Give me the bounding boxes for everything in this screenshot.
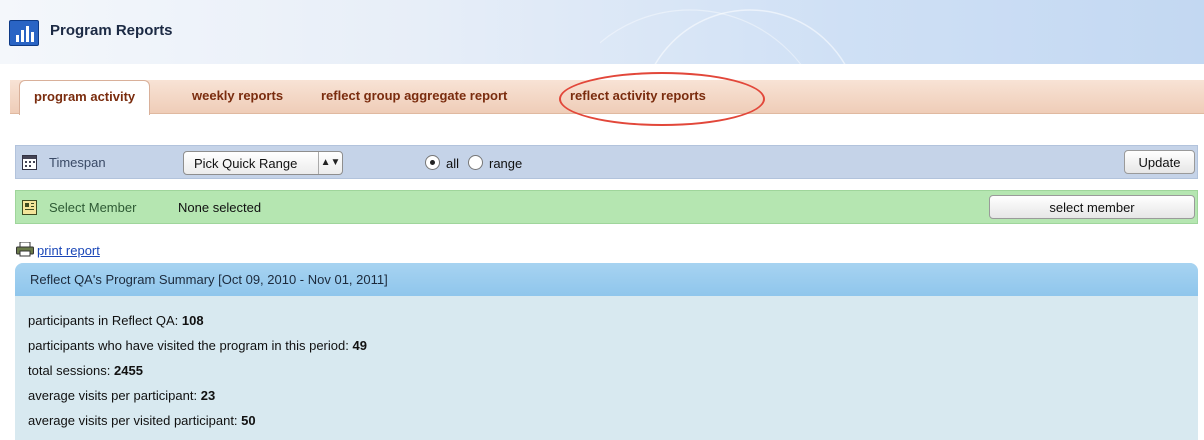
report-tabs: program activity weekly reports reflect …	[10, 80, 1204, 115]
tab-reflect-group-aggregate-report[interactable]: reflect group aggregate report	[321, 88, 507, 103]
select-member-label: Select Member	[49, 200, 137, 215]
page-header: Program Reports	[0, 0, 1204, 64]
page-title: Program Reports	[50, 22, 173, 39]
header-decoration	[600, 9, 846, 64]
tab-program-activity[interactable]: program activity	[19, 80, 151, 115]
stat-value: 2455	[114, 363, 143, 378]
quick-range-value: Pick Quick Range	[194, 156, 298, 171]
member-card-icon	[22, 200, 37, 215]
stat-label: average visits per visited participant:	[28, 413, 238, 428]
selected-member-value: None selected	[178, 200, 262, 215]
timespan-row: Timespan Pick Quick Range ▲▼ all range U…	[15, 145, 1198, 179]
quick-range-select[interactable]: Pick Quick Range ▲▼	[183, 151, 343, 175]
timespan-label: Timespan	[49, 155, 106, 170]
stat-value: 49	[352, 338, 367, 353]
radio-all-label: all	[446, 156, 460, 171]
stat-label: participants in Reflect QA:	[28, 313, 179, 328]
select-member-row: Select Member None selected select membe…	[15, 190, 1198, 224]
stat-label: total sessions:	[28, 363, 111, 378]
calendar-icon	[22, 155, 37, 170]
bar-chart-icon	[9, 20, 39, 46]
stat-label: average visits per participant:	[28, 388, 198, 403]
stat-value: 50	[241, 413, 256, 428]
print-report-link[interactable]: print report	[37, 243, 100, 258]
program-summary-panel: Reflect QA's Program Summary [Oct 09, 20…	[15, 263, 1198, 440]
radio-all[interactable]	[425, 155, 440, 170]
select-member-button[interactable]: select member	[989, 195, 1195, 219]
stat-participants: participants in Reflect QA: 108	[28, 313, 204, 328]
stat-avg-visits-visited: average visits per visited participant: …	[28, 413, 256, 428]
tab-reflect-activity-reports[interactable]: reflect activity reports	[570, 88, 706, 103]
radio-range[interactable]	[468, 155, 483, 170]
stat-total-sessions: total sessions: 2455	[28, 363, 143, 378]
stat-avg-visits: average visits per participant: 23	[28, 388, 215, 403]
radio-range-label: range	[489, 156, 523, 171]
stat-label: participants who have visited the progra…	[28, 338, 349, 353]
summary-title: Reflect QA's Program Summary [Oct 09, 20…	[15, 263, 1198, 296]
stat-value: 23	[200, 388, 216, 403]
printer-icon[interactable]	[16, 241, 34, 260]
stat-visited-participants: participants who have visited the progra…	[28, 338, 367, 353]
updown-arrow-icon: ▲▼	[318, 152, 342, 174]
tab-weekly-reports[interactable]: weekly reports	[192, 88, 283, 103]
stat-value: 108	[181, 313, 204, 328]
update-button[interactable]: Update	[1124, 150, 1195, 174]
